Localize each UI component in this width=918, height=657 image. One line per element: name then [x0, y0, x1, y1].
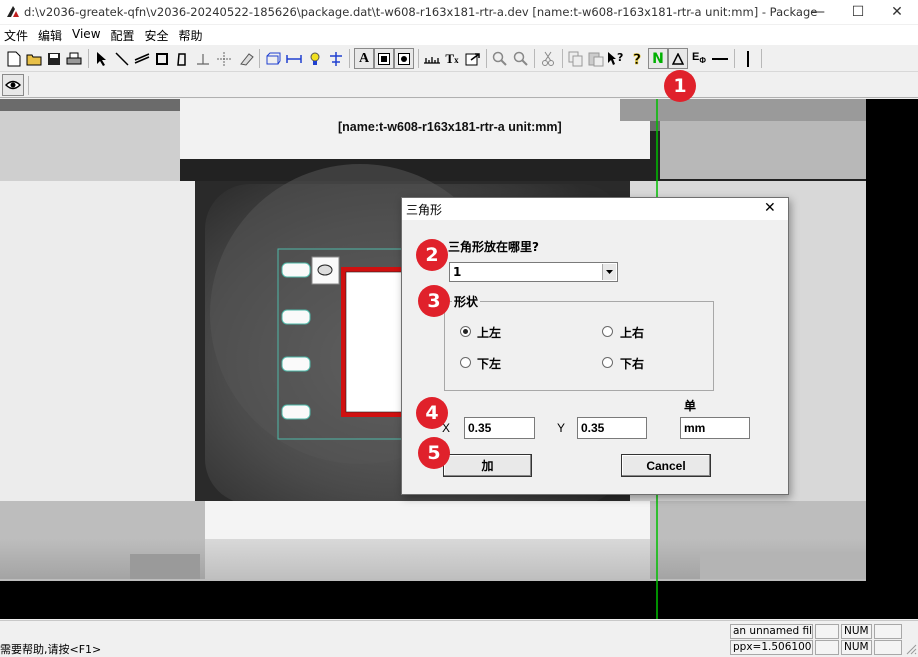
select-arrow-icon[interactable] [92, 48, 112, 69]
polyline-tool-icon[interactable] [132, 48, 152, 69]
vertical-line-icon[interactable] [738, 48, 758, 69]
export-icon[interactable] [463, 48, 483, 69]
radio-bottom-right-label: 下右 [620, 357, 645, 371]
radio-top-left-label: 上左 [477, 326, 502, 340]
eraser-icon[interactable] [236, 48, 256, 69]
triangle-tool-icon[interactable] [668, 48, 688, 69]
radio-top-left[interactable] [460, 326, 471, 337]
n-marker-tool-icon[interactable]: N [648, 48, 668, 69]
step-badge-2: 2 [416, 239, 448, 271]
location-select-value: 1 [453, 265, 462, 279]
menu-bar: 文件 编辑 View 配置 安全 帮助 [0, 25, 918, 45]
perpendicular-tool-icon[interactable] [193, 48, 213, 69]
line-tool-icon[interactable] [112, 48, 132, 69]
copy-icon[interactable] [566, 48, 586, 69]
status-empty-2 [874, 624, 902, 639]
dialog-title: 三角形 [406, 203, 443, 217]
close-button[interactable]: ✕ [874, 0, 918, 24]
radio-bottom-right[interactable] [602, 357, 613, 368]
em-tool-icon[interactable]: EΦ [689, 48, 709, 69]
status-help-text: 需要帮助,请按<F1> [0, 643, 102, 656]
shape-tool-icon[interactable] [172, 48, 192, 69]
canvas-header-label: [name:t-w608-r163x181-rtr-a unit:mm] [338, 120, 562, 134]
unit-label: 单 [684, 399, 697, 413]
svg-text:?: ? [633, 52, 641, 67]
new-file-icon[interactable] [4, 48, 24, 69]
measure-distance-icon[interactable] [284, 48, 304, 69]
align-icon[interactable] [326, 48, 346, 69]
text-format-icon[interactable]: Tx [442, 48, 462, 69]
x-input[interactable]: 0.35 [464, 417, 535, 439]
menu-view[interactable]: View [68, 25, 106, 45]
menu-help[interactable]: 帮助 [175, 25, 209, 45]
menu-config[interactable]: 配置 [107, 25, 141, 45]
location-select[interactable]: 1 [449, 262, 618, 282]
radio-top-right-label: 上右 [620, 326, 645, 340]
dialog-close-icon[interactable]: ✕ [764, 200, 776, 216]
zoom-out-icon[interactable] [511, 48, 531, 69]
cut-icon[interactable] [538, 48, 558, 69]
target-tool-icon[interactable] [394, 48, 414, 69]
zoom-in-icon[interactable] [490, 48, 510, 69]
crosshair-tool-icon[interactable] [214, 48, 234, 69]
help-icon[interactable]: ? [627, 48, 647, 69]
window-title: d:\v2036-greatek-qfn\v2036-20240522-1856… [24, 5, 818, 19]
chevron-down-icon[interactable] [602, 264, 616, 280]
step-badge-1: 1 [664, 70, 696, 102]
radio-top-right[interactable] [602, 326, 613, 337]
unit-input[interactable]: mm [680, 417, 750, 439]
toolbar: A Tx ? ? N EΦ [0, 46, 918, 72]
menu-security[interactable]: 安全 [141, 25, 175, 45]
dialog-titlebar: 三角形 ✕ [402, 198, 788, 220]
light-icon[interactable] [305, 48, 325, 69]
grid-tool-icon[interactable] [374, 48, 394, 69]
location-question-label: 三角形放在哪里? [448, 240, 539, 254]
resize-grip-icon[interactable] [905, 643, 917, 655]
context-help-icon[interactable]: ? [606, 48, 626, 69]
status-num-1: NUM [841, 624, 872, 639]
status-empty-4 [874, 640, 902, 655]
shape-group-label: 形状 [452, 293, 481, 310]
menu-edit[interactable]: 编辑 [34, 25, 68, 45]
eye-icon[interactable] [2, 74, 24, 96]
status-file-name: an unnamed file [730, 624, 813, 639]
step-badge-3: 3 [418, 285, 450, 317]
box-3d-icon[interactable] [263, 48, 283, 69]
paste-icon[interactable] [586, 48, 606, 69]
add-button[interactable]: 加 [443, 454, 532, 477]
cancel-button[interactable]: Cancel [621, 454, 711, 477]
app-icon [7, 6, 19, 17]
status-bar: 需要帮助,请按<F1> an unnamed file NUM ppx=1.50… [0, 620, 918, 656]
shape-groupbox [444, 301, 714, 391]
radio-bottom-left-label: 下左 [477, 357, 502, 371]
y-input[interactable]: 0.35 [577, 417, 647, 439]
text-tool-icon[interactable]: A [354, 48, 374, 69]
status-empty-1 [815, 624, 839, 639]
radio-bottom-left[interactable] [460, 357, 471, 368]
ruler-icon[interactable] [422, 48, 442, 69]
horizontal-line-icon[interactable] [710, 48, 730, 69]
secondary-toolbar [0, 73, 918, 98]
y-label: Y [557, 421, 566, 435]
step-badge-5: 5 [418, 437, 450, 469]
open-folder-icon[interactable] [24, 48, 44, 69]
menu-file[interactable]: 文件 [0, 25, 34, 45]
title-bar: d:\v2036-greatek-qfn\v2036-20240522-1856… [0, 0, 918, 24]
status-num-2: NUM [841, 640, 872, 655]
triangle-dialog: 三角形 ✕ 三角形放在哪里? 1 形状 上左 上右 下左 下右 单 X 0.35… [401, 197, 789, 495]
step-badge-4: 4 [416, 397, 448, 429]
save-icon[interactable] [44, 48, 64, 69]
status-ppx: ppx=1.506100,pp [730, 640, 813, 655]
rectangle-tool-icon[interactable] [152, 48, 172, 69]
print-icon[interactable] [64, 48, 84, 69]
svg-text:?: ? [617, 51, 623, 64]
status-empty-3 [815, 640, 839, 655]
